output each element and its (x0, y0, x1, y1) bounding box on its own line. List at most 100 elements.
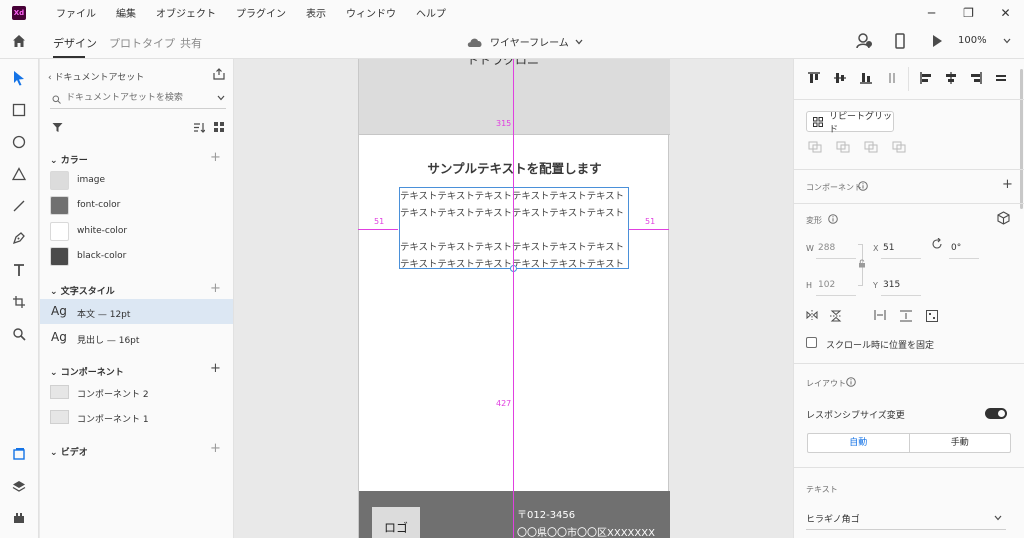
selected-char-style-row[interactable] (40, 299, 233, 324)
footer-bar[interactable]: ロゴ 〒012-3456 〇〇県〇〇市〇〇区XXXXXXX (359, 491, 670, 538)
document-title[interactable]: ワイヤーフレーム (466, 34, 583, 49)
distribute-horizontal-icon[interactable] (995, 72, 1007, 84)
design-canvas[interactable]: ドドラクロニ サンプルテキストを配置します テキストテキストテキストテキストテキ… (234, 59, 793, 538)
add-video-plus-icon[interactable]: + (210, 441, 221, 456)
align-top-icon[interactable] (808, 72, 820, 84)
align-left-icon[interactable] (920, 72, 932, 84)
home-icon[interactable] (11, 33, 27, 49)
width-value[interactable]: 288 (818, 243, 835, 253)
boolean-intersect-icon[interactable] (864, 141, 878, 153)
align-right-icon[interactable] (970, 72, 982, 84)
tab-share[interactable]: 共有 (180, 35, 202, 51)
3d-transform-icon[interactable] (997, 211, 1010, 225)
align-center-icon[interactable] (945, 72, 957, 84)
select-tool-icon[interactable] (10, 69, 28, 87)
add-component-plus-icon[interactable]: + (210, 361, 221, 376)
align-middle-icon[interactable] (834, 72, 846, 84)
line-tool-icon[interactable] (10, 197, 28, 215)
close-button[interactable]: ✕ (987, 0, 1024, 25)
menu-edit[interactable]: 編集 (106, 5, 146, 20)
video-section-header[interactable]: ⌄ ビデオ (50, 445, 88, 458)
selected-text-box[interactable]: テキストテキストテキストテキストテキストテキスト テキストテキストテキストテキス… (399, 187, 629, 270)
rotation-value[interactable]: 0° (951, 243, 961, 253)
text-tool-icon[interactable] (10, 261, 28, 279)
flip-vertical-icon[interactable] (830, 310, 842, 322)
char-style-glyph: Ag (51, 304, 67, 318)
distribute-vertical-icon[interactable] (886, 72, 898, 84)
logo-placeholder[interactable]: ロゴ (372, 507, 420, 538)
rectangle-tool-icon[interactable] (10, 101, 28, 119)
grid-view-icon[interactable] (214, 122, 224, 132)
color-swatch-white-color[interactable] (50, 222, 69, 241)
component-label[interactable]: コンポーネント 1 (77, 412, 149, 425)
section-heading[interactable]: サンプルテキストを配置します (359, 158, 670, 177)
menu-help[interactable]: ヘルプ (406, 5, 456, 20)
plugins-icon[interactable] (10, 509, 28, 527)
export-icon[interactable] (213, 68, 225, 80)
device-preview-icon[interactable] (894, 32, 906, 50)
tab-prototype[interactable]: プロトタイプ (109, 35, 175, 51)
menu-file[interactable]: ファイル (46, 5, 106, 20)
hero-image-placeholder[interactable]: ドドラクロニ (359, 59, 670, 135)
play-icon[interactable] (930, 32, 944, 50)
component-label[interactable]: コンポーネント 2 (77, 387, 149, 400)
zoom-tool-icon[interactable] (10, 325, 28, 343)
pen-tool-icon[interactable] (10, 229, 28, 247)
components-section-header[interactable]: ⌄ コンポーネント (50, 365, 124, 378)
top-distance-label: 315 (496, 119, 512, 128)
ellipse-tool-icon[interactable] (10, 133, 28, 151)
color-swatch-black-color[interactable] (50, 247, 69, 266)
width-label: W (806, 244, 814, 253)
assets-back-link[interactable]: ‹ ドキュメントアセット (48, 70, 144, 83)
vertical-padding-icon[interactable] (900, 310, 912, 322)
menu-window[interactable]: ウィンドウ (336, 5, 406, 20)
zoom-chevron-down-icon[interactable] (1003, 38, 1011, 44)
artboard-tool-icon[interactable] (10, 293, 28, 311)
add-component-icon[interactable]: + (1002, 177, 1013, 192)
y-value[interactable]: 315 (883, 280, 900, 290)
layers-icon[interactable] (10, 477, 28, 495)
restore-button[interactable]: ❐ (950, 0, 987, 25)
info-icon[interactable] (828, 214, 838, 224)
flip-horizontal-icon[interactable] (806, 310, 818, 322)
repeat-grid-button[interactable]: リピートグリッド (806, 111, 894, 135)
search-chevron-down-icon[interactable] (217, 95, 225, 101)
boolean-add-icon[interactable] (808, 141, 822, 153)
zoom-level[interactable]: 100% (958, 35, 987, 46)
color-swatch-font-color[interactable] (50, 196, 69, 215)
align-bottom-icon[interactable] (860, 72, 872, 84)
stack-icon[interactable] (926, 310, 938, 322)
char-styles-section-header[interactable]: ⌄ 文字スタイル (50, 284, 115, 297)
menu-view[interactable]: 表示 (296, 5, 336, 20)
add-color-plus-icon[interactable]: + (210, 150, 221, 165)
minimize-button[interactable]: ─ (913, 0, 950, 25)
boolean-subtract-icon[interactable] (836, 141, 850, 153)
filter-icon[interactable] (52, 122, 63, 133)
scrollbar[interactable] (1020, 69, 1023, 209)
font-family-select[interactable]: ヒラギノ角ゴ (806, 512, 1006, 530)
manual-option[interactable]: 手動 (910, 434, 1011, 452)
horizontal-padding-icon[interactable] (874, 310, 886, 322)
char-style-label[interactable]: 見出し — 16pt (77, 333, 139, 346)
x-value[interactable]: 51 (883, 243, 894, 253)
info-icon[interactable] (858, 181, 868, 191)
lock-icon[interactable] (858, 259, 866, 268)
height-value[interactable]: 102 (818, 280, 835, 290)
add-char-style-plus-icon[interactable]: + (210, 281, 221, 296)
assets-panel-icon[interactable] (10, 445, 28, 463)
auto-option[interactable]: 自動 (808, 434, 910, 452)
boolean-exclude-icon[interactable] (892, 141, 906, 153)
responsive-resize-toggle[interactable] (985, 408, 1007, 419)
colors-section-header[interactable]: ⌄ カラー (50, 153, 88, 166)
menu-object[interactable]: オブジェクト (146, 5, 226, 20)
rotate-icon[interactable] (931, 238, 943, 250)
info-icon[interactable] (846, 377, 856, 387)
fix-position-checkbox[interactable] (806, 337, 817, 348)
tab-design[interactable]: デザイン (53, 35, 97, 51)
polygon-tool-icon[interactable] (10, 165, 28, 183)
menu-plugins[interactable]: プラグイン (226, 5, 296, 20)
color-swatch-image[interactable] (50, 171, 69, 190)
asset-search-input[interactable]: ドキュメントアセットを検索 (50, 91, 226, 109)
sort-icon[interactable] (193, 122, 205, 133)
user-account-icon[interactable] (856, 32, 872, 50)
